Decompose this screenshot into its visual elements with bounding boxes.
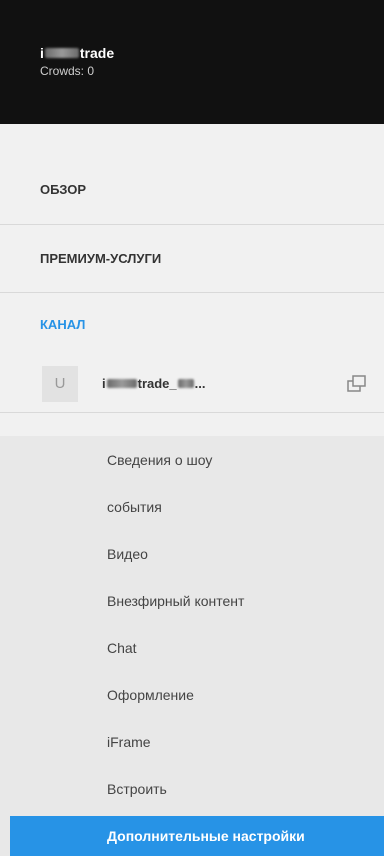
submenu-item-iframe[interactable]: iFrame [0, 718, 384, 765]
crowds-count: Crowds: 0 [40, 64, 95, 78]
submenu-item-advanced-settings[interactable]: Дополнительные настройки [10, 816, 384, 856]
redacted-username-part [44, 48, 79, 58]
account-header: i trade Crowds: 0 [0, 0, 384, 124]
submenu-item-offair-content[interactable]: Внезфирный контент [0, 577, 384, 624]
sidebar-nav: ОБЗОР ПРЕМИУМ-УСЛУГИ КАНАЛ U i trade_ ..… [0, 124, 384, 413]
username-text-start: i [40, 45, 44, 61]
username-text-end: trade [79, 45, 115, 61]
submenu-item-video[interactable]: Видео [0, 530, 384, 577]
submenu-item-show-info[interactable]: Сведения о шоу [0, 436, 384, 483]
channel-name-ellipsis: ... [194, 376, 206, 391]
submenu-item-design[interactable]: Оформление [0, 671, 384, 718]
account-username[interactable]: i trade [40, 45, 114, 61]
nav-item-premium[interactable]: ПРЕМИУМ-УСЛУГИ [0, 225, 384, 293]
submenu-item-events[interactable]: события [0, 483, 384, 530]
channel-selector[interactable]: U i trade_ ... [0, 355, 384, 413]
nav-item-channel[interactable]: КАНАЛ [0, 293, 384, 355]
channel-name: i trade_ ... [102, 376, 206, 391]
switch-channel-icon[interactable] [347, 375, 367, 393]
submenu-item-chat[interactable]: Chat [0, 624, 384, 671]
channel-submenu: Сведения о шоу события Видео Внезфирный … [0, 436, 384, 856]
redacted-channel-part [106, 379, 137, 388]
nav-item-overview[interactable]: ОБЗОР [0, 124, 384, 225]
submenu-item-embed[interactable]: Встроить [0, 765, 384, 812]
redacted-channel-part-2 [177, 379, 194, 388]
channel-name-middle: trade_ [137, 376, 177, 391]
channel-avatar: U [42, 365, 78, 402]
channel-name-start: i [102, 376, 106, 391]
